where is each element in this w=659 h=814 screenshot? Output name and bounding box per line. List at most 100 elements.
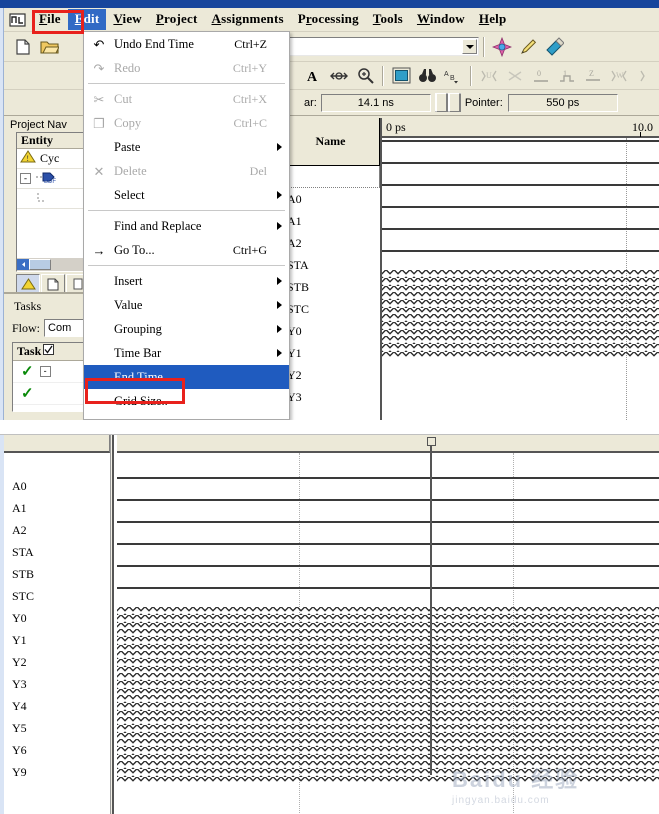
compile-star-icon[interactable] <box>490 35 514 59</box>
signal-name[interactable]: Y2 <box>4 651 110 673</box>
signal-name[interactable]: Y0 <box>281 320 380 342</box>
open-folder-button[interactable] <box>37 35 61 59</box>
time-cursor-flag[interactable] <box>427 437 436 446</box>
waveform-row[interactable] <box>382 182 659 204</box>
menu-view[interactable]: View <box>106 9 148 30</box>
signal-name[interactable]: STC <box>281 298 380 320</box>
waveform-row[interactable] <box>117 585 659 607</box>
find-binoculars-icon[interactable] <box>415 64 439 88</box>
waveform-row[interactable] <box>117 629 659 651</box>
tab-files[interactable] <box>41 274 65 294</box>
signal-name[interactable]: Y1 <box>4 629 110 651</box>
hierarchy-combo-arrow[interactable] <box>462 39 477 54</box>
waveform-row[interactable] <box>382 226 659 248</box>
pencil-edit-icon[interactable] <box>516 35 540 59</box>
edit-menu-item-grouping[interactable]: Grouping <box>84 317 289 341</box>
waveform-row[interactable] <box>382 138 659 160</box>
edit-menu-item-time-bar[interactable]: Time Bar <box>84 341 289 365</box>
signal-name[interactable]: Y3 <box>281 386 380 408</box>
menu-window[interactable]: Window <box>410 9 472 30</box>
waveform-row[interactable] <box>117 563 659 585</box>
time-cursor-line[interactable] <box>430 441 432 775</box>
zoom-in-icon[interactable] <box>353 64 377 88</box>
tree-expander-icon[interactable]: - <box>20 173 31 184</box>
tab-hierarchy[interactable] <box>16 274 40 294</box>
vector-file-icon[interactable] <box>542 35 566 59</box>
waveform-row[interactable] <box>117 739 659 761</box>
signal-name[interactable]: STC <box>4 585 110 607</box>
edit-menu-item-insert[interactable]: Insert <box>84 269 289 293</box>
signal-name[interactable]: A2 <box>4 519 110 541</box>
task-expander-icon[interactable]: - <box>39 366 51 377</box>
edit-menu-dropdown[interactable]: ↶ Undo End Time Ctrl+Z ↷ Redo Ctrl+Y ✂ Cut Ctrl+… <box>83 31 290 420</box>
signal-name[interactable]: STA <box>281 254 380 276</box>
text-tool-icon[interactable]: A <box>301 64 325 88</box>
waveform-row[interactable] <box>382 292 659 314</box>
new-file-button[interactable] <box>11 35 35 59</box>
master-time-value[interactable]: 14.1 ns <box>320 93 431 112</box>
edit-menu-item-value[interactable]: Value <box>84 293 289 317</box>
menu-edit[interactable]: Edit <box>67 9 107 30</box>
waveform-row[interactable] <box>117 607 659 629</box>
signal-name[interactable]: STA <box>4 541 110 563</box>
waveform-row[interactable] <box>117 519 659 541</box>
signal-name[interactable]: Y5 <box>4 717 110 739</box>
signal-name[interactable]: Y6 <box>4 739 110 761</box>
waveform-row[interactable] <box>117 761 659 783</box>
waveform-row[interactable] <box>117 717 659 739</box>
signal-name[interactable]: A0 <box>281 188 380 210</box>
edit-menu-item-undo-end-time[interactable]: ↶ Undo End Time Ctrl+Z <box>84 32 289 56</box>
signal-name[interactable]: STB <box>4 563 110 585</box>
waveform-row[interactable] <box>382 160 659 182</box>
menu-project[interactable]: Project <box>149 9 205 30</box>
edit-menu-item-find-and-replace[interactable]: Find and Replace <box>84 214 289 238</box>
bottom-waveform-canvas[interactable] <box>117 435 659 814</box>
edit-menu-item-go-to[interactable]: → Go To... Ctrl+G <box>84 238 289 262</box>
menu-tools[interactable]: Tools <box>366 9 410 30</box>
waveform-row[interactable] <box>382 270 659 292</box>
signal-name[interactable]: Y0 <box>4 607 110 629</box>
signal-name[interactable]: Y9 <box>4 761 110 783</box>
menu-help[interactable]: Help <box>472 9 514 30</box>
signal-name[interactable]: Y2 <box>281 364 380 386</box>
waveform-row[interactable] <box>117 475 659 497</box>
edit-menu-item-select[interactable]: Select <box>84 183 289 207</box>
fit-width-icon[interactable] <box>327 64 351 88</box>
signal-name[interactable]: Y1 <box>281 342 380 364</box>
hscroll-left-button[interactable] <box>17 259 29 270</box>
waveform-time-ruler[interactable]: 0 ps 10.0 <box>382 118 659 138</box>
waveform-canvas-top[interactable]: 0 ps 10.0 <box>380 118 659 420</box>
waveform-row[interactable] <box>382 336 659 358</box>
fullscreen-icon[interactable] <box>389 64 413 88</box>
time-spinner[interactable] <box>434 93 461 112</box>
signal-name[interactable]: A1 <box>281 210 380 232</box>
waveform-row[interactable] <box>117 695 659 717</box>
waveform-row[interactable] <box>382 314 659 336</box>
waveform-row[interactable] <box>117 651 659 673</box>
signal-name[interactable]: A1 <box>4 497 110 519</box>
waveform-row[interactable] <box>382 204 659 226</box>
signal-name[interactable]: Y4 <box>4 695 110 717</box>
edit-menu-item-end-time[interactable]: End Time.. <box>84 365 289 389</box>
waveform-row[interactable] <box>117 673 659 695</box>
signal-name[interactable]: A2 <box>281 232 380 254</box>
edit-menu-item-grid-size[interactable]: Grid Size.. <box>84 389 289 413</box>
waveform-row[interactable] <box>117 497 659 519</box>
edit-menu-item-paste[interactable]: Paste <box>84 135 289 159</box>
waveform-row[interactable] <box>117 541 659 563</box>
hierarchy-combo[interactable]: jy <box>264 37 479 56</box>
time-spin-right[interactable] <box>447 93 461 112</box>
hscroll-thumb[interactable] <box>29 259 51 270</box>
signal-name[interactable]: A0 <box>4 475 110 497</box>
bottom-column-divider[interactable] <box>110 435 114 814</box>
waveform-row[interactable] <box>382 248 659 270</box>
signal-name[interactable]: Y3 <box>4 673 110 695</box>
find-next-icon[interactable]: A B <box>441 64 465 88</box>
checkbox-header-icon[interactable] <box>43 344 55 359</box>
menu-processing[interactable]: Processing <box>291 9 366 30</box>
pointer-value[interactable]: 550 ps <box>507 93 618 112</box>
menu-assignments[interactable]: Assignments <box>204 9 290 30</box>
signal-name[interactable]: STB <box>281 276 380 298</box>
menu-file[interactable]: FFileile <box>32 9 68 30</box>
time-spin-left[interactable] <box>434 93 448 112</box>
